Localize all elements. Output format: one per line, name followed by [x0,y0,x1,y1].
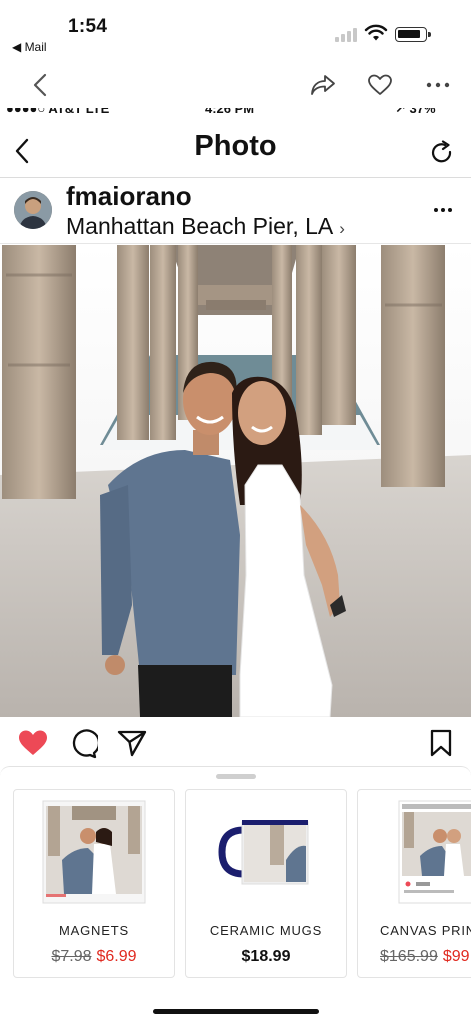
embedded-nav-bar: Photo [0,120,471,178]
chevron-right-icon: › [339,219,345,238]
product-old-price: $7.98 [51,948,92,965]
product-name: CERAMIC MUGS [209,923,323,938]
product-sheet: MAGNETS $7.98$6.99 CERAMIC MUGS $18.99 [0,766,471,1024]
avatar [14,191,52,229]
product-regular-price: $18.99 [241,948,291,965]
heart-filled-icon[interactable] [17,729,49,757]
more-button[interactable] [423,70,453,100]
refresh-icon [431,140,452,163]
product-name: CANVAS PRINTS [380,923,471,938]
heart-outline-icon [368,74,392,95]
post-username: fmaiorano [66,181,192,211]
status-bar: 1:54 ◀ Mail [0,0,471,60]
home-indicator [153,1009,319,1014]
share-button[interactable] [308,70,338,100]
product-price: $7.98 $6.99 [14,948,174,966]
comment-icon[interactable] [68,729,98,759]
post-location: Manhattan Beach Pier, LA › [66,213,345,240]
post-header: fmaiorano Manhattan Beach Pier, LA › [0,178,471,244]
bookmark-icon[interactable] [430,729,452,757]
product-old-price: $165.99 [380,948,438,965]
product-sale-price: $99 [442,948,470,965]
product-card-magnets[interactable]: MAGNETS $7.98 $6.99 [13,789,175,978]
favorite-button[interactable] [365,70,395,100]
cellular-signal-icon [335,28,359,42]
post-photo [0,245,471,717]
product-price: $165.99 $99 [380,948,470,966]
back-button[interactable] [25,70,55,100]
post-location-label: Manhattan Beach Pier, LA [66,213,334,239]
product-card-canvas-prints[interactable]: CANVAS PRINTS $165.99$99 [357,789,471,978]
magnet-thumbnail [42,800,146,904]
mail-toolbar [0,60,471,108]
embedded-screenshot: ●●●●○ AT&T LTE 4:26 PM ↗ 37% Photo fmaio… [0,108,471,768]
embedded-carrier: ●●●●○ AT&T LTE [6,108,110,116]
product-card-ceramic-mugs[interactable]: CERAMIC MUGS $18.99 [185,789,347,978]
mug-thumbnail [218,820,309,885]
embedded-time: 4:26 PM [205,108,255,116]
embedded-page-title: Photo [194,130,277,162]
product-name: MAGNETS [59,923,129,938]
product-price: $18.99 [186,948,346,966]
battery-icon [395,27,431,42]
embedded-battery: ↗ 37% [395,108,436,116]
send-icon[interactable] [117,729,147,757]
embedded-status-bar: ●●●●○ AT&T LTE 4:26 PM ↗ 37% [0,108,471,120]
sheet-grabber[interactable] [216,774,256,779]
chevron-left-icon [33,73,47,97]
wifi-icon [364,24,388,41]
more-dots-icon [434,208,452,212]
product-sale-price: $6.99 [96,948,137,965]
canvas-print-thumbnail [398,800,471,904]
back-to-mail-link[interactable]: ◀ Mail [12,40,47,54]
more-dots-icon [426,82,450,88]
post-action-bar [0,717,471,768]
status-time: 1:54 [68,16,108,37]
share-arrow-icon [311,75,335,95]
